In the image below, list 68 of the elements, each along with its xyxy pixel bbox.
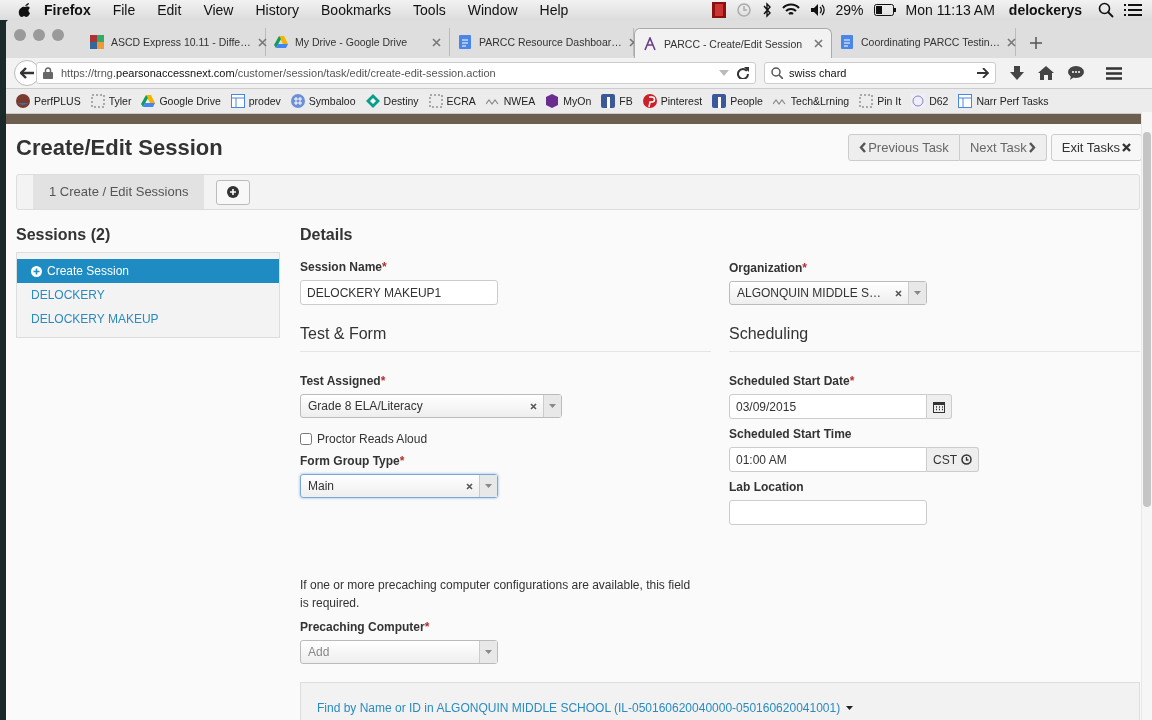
timezone-button[interactable]: CST	[927, 447, 979, 472]
section-heading: Details	[300, 226, 353, 244]
field-label: Lab Location	[729, 480, 804, 494]
required-mark: *	[380, 374, 386, 388]
menu-item[interactable]: Help	[539, 2, 569, 18]
menu-item[interactable]: View	[203, 2, 234, 18]
bookmark-item[interactable]: Narr Perf Tasks	[958, 94, 1049, 108]
sessions-heading: Sessions (2)	[16, 226, 112, 244]
bookmark-item[interactable]: Pinterest	[642, 94, 703, 108]
bookmark-item[interactable]: Google Drive	[141, 94, 221, 108]
previous-button[interactable]: Previous Task	[848, 134, 960, 161]
help-text: If one or more precaching computer configurations are available, this field is required.	[300, 577, 692, 612]
bookmark-item[interactable]: Pin It	[859, 94, 902, 108]
select-field[interactable]: Main	[300, 474, 498, 498]
find-students-link[interactable]: Find by Name or ID in ALGONQUIN MIDDLE SCHOOL (IL-050160620040000-050160620041001)	[317, 701, 854, 715]
bookmark-item[interactable]: Tyler	[90, 94, 132, 108]
input-field[interactable]: 03/09/2015	[729, 394, 927, 419]
page-title: Create/Edit Session	[16, 134, 223, 161]
input-field[interactable]: 01:00 AM	[729, 447, 927, 472]
field-label: Organization	[729, 261, 803, 275]
browser-tab[interactable]: Coordinating PARCC Testin…	[832, 28, 1016, 56]
required-mark: *	[382, 260, 387, 274]
wizard-step[interactable]: 1 Create / Edit Sessions	[33, 175, 205, 209]
required-mark: *	[849, 374, 855, 388]
field-label: Scheduled Start Time	[729, 427, 852, 441]
menu-item[interactable]: History	[255, 2, 300, 18]
bookmark-item[interactable]: Tech&Lrning	[772, 94, 850, 108]
select-field[interactable]: Grade 8 ELA/Literacy	[300, 394, 562, 418]
checkbox-label: Proctor Reads Aloud	[317, 432, 428, 446]
field-label: Session Name	[300, 260, 383, 274]
session-item[interactable]: Create Session	[17, 259, 279, 283]
bookmark-item[interactable]: MyOn	[545, 94, 592, 108]
bookmark-item[interactable]: Destiny	[365, 94, 419, 108]
clock-text[interactable]: Mon 11:13 AM	[905, 2, 995, 18]
menu-item[interactable]: File	[112, 2, 136, 18]
bookmark-item[interactable]: People	[712, 94, 763, 108]
field-label: Scheduled Start Date	[729, 374, 850, 388]
user-name[interactable]: delockerys	[1008, 2, 1082, 18]
search-field[interactable]: swiss chard	[764, 62, 996, 84]
menu-item[interactable]: Window	[467, 2, 518, 18]
next-button[interactable]: Next Task	[959, 134, 1047, 161]
exit-button[interactable]: Exit Tasks	[1050, 134, 1142, 161]
bookmark-item[interactable]: Symbaloo	[290, 94, 356, 108]
section-heading: Test & Form	[300, 325, 387, 343]
field-label: Form Group Type	[300, 454, 400, 468]
required-mark: *	[424, 620, 430, 634]
browser-tab[interactable]: My Drive - Google Drive	[266, 28, 450, 56]
input-field[interactable]: DELOCKERY MAKEUP1	[300, 280, 498, 305]
browser-tab[interactable]: ASCD Express 10.11 - Diffe…	[82, 28, 266, 56]
address-field[interactable]: https://trng.pearsonaccessnext.com/customer/session/task/edit/create-edit-session.action	[36, 62, 756, 84]
section-heading: Scheduling	[729, 325, 809, 343]
menu-item[interactable]: Firefox	[44, 2, 91, 18]
field-label: Test Assigned	[300, 374, 381, 388]
browser-tab[interactable]: PARCC - Create/Edit Session	[634, 28, 832, 58]
menu-item[interactable]: Bookmarks	[321, 2, 392, 18]
bookmark-item[interactable]: prodev	[230, 94, 281, 108]
bookmark-item[interactable]: D62	[911, 94, 949, 108]
bookmark-item[interactable]: PerfPLUS	[16, 94, 81, 108]
battery-percent: 29%	[835, 2, 864, 18]
select-field[interactable]: ALGONQUIN MIDDLE S…	[729, 281, 927, 305]
menu-item[interactable]: Edit	[157, 2, 182, 18]
bookmark-item[interactable]: FB	[601, 94, 633, 108]
required-mark: *	[802, 261, 807, 275]
required-mark: *	[399, 454, 405, 468]
field-label: Precaching Computer	[300, 620, 425, 634]
bookmark-item[interactable]: ECRA	[428, 94, 476, 108]
menu-item[interactable]: Tools	[413, 2, 446, 18]
bookmark-item[interactable]: NWEA	[485, 94, 536, 108]
